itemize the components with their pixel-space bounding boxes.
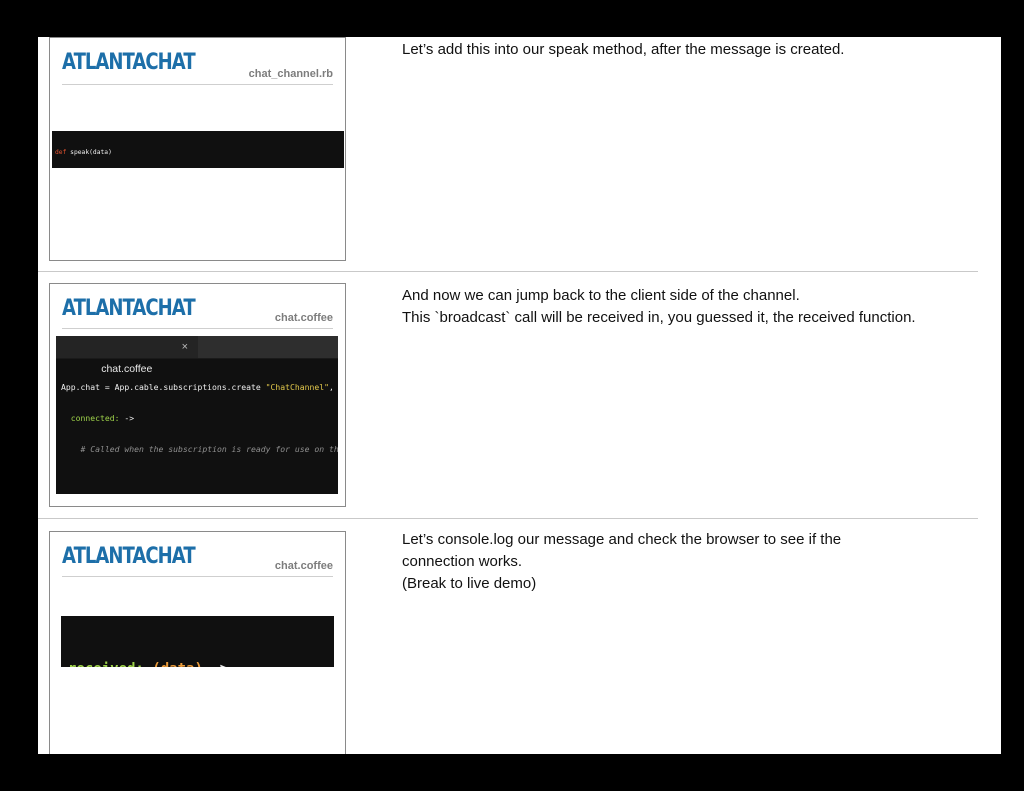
code-token: -> — [203, 661, 228, 667]
note-line: connection works. — [402, 553, 523, 570]
code-token: "ChatChannel" — [265, 381, 330, 392]
brand-logo: ATLANTACHAT — [62, 50, 196, 75]
code-token: , — [329, 381, 334, 392]
note-line: Let’s console.log our message and check … — [402, 531, 842, 548]
speaker-note-1: Let’s add this into our speak method, af… — [402, 39, 982, 61]
divider — [38, 271, 978, 272]
slide-thumbnail-2[interactable]: ATLANTACHAT chat.coffee chat.coffee × Ap… — [49, 283, 346, 507]
code-token: connected: — [70, 413, 120, 424]
divider — [38, 518, 978, 519]
code-line: def speak(data) — [55, 149, 344, 157]
speaker-note-2: And now we can jump back to the client s… — [402, 285, 982, 329]
brand-logo: ATLANTACHAT — [62, 544, 196, 569]
code-line: App.chat = App.cable.subscriptions.creat… — [61, 382, 338, 392]
close-icon[interactable]: × — [182, 336, 188, 358]
slide-thumbnail-3[interactable]: ATLANTACHAT chat.coffee received: (data)… — [49, 531, 346, 754]
slide-rule — [62, 576, 333, 577]
brand-logo: ATLANTACHAT — [62, 296, 196, 321]
slide-rule — [62, 84, 333, 85]
code-token: App.chat = App.cable.subscriptions.creat… — [61, 381, 266, 392]
code-token: speak(data) — [70, 148, 112, 156]
code-token: received: — [68, 661, 144, 667]
speaker-note-3: Let’s console.log our message and check … — [402, 529, 982, 595]
note-line: Let’s add this into our speak method, af… — [402, 41, 845, 58]
code-block: received: (data) -> console.log(data['me… — [61, 616, 334, 667]
code-token: (data) — [152, 661, 203, 667]
code-token: -> — [119, 413, 135, 424]
notes-page: ATLANTACHAT chat_channel.rb def speak(da… — [38, 37, 1001, 754]
editor-tab[interactable]: chat.coffee × — [56, 336, 198, 375]
note-line: And now we can jump back to the client s… — [402, 287, 800, 304]
slide-filename: chat.coffee — [274, 560, 333, 572]
code-line: received: (data) -> — [68, 660, 334, 667]
slide-thumbnail-1[interactable]: ATLANTACHAT chat_channel.rb def speak(da… — [49, 37, 346, 261]
code-block: App.chat = App.cable.subscriptions.creat… — [61, 361, 338, 494]
note-line: This `broadcast` call will be received i… — [402, 309, 916, 326]
note-line: (Break to live demo) — [402, 575, 537, 592]
code-block: def speak(data) Message.create!(content:… — [52, 131, 344, 168]
code-line — [61, 475, 338, 485]
code-token: # Called when the subscription is ready … — [80, 444, 339, 455]
code-editor: chat.coffee × App.chat = App.cable.subsc… — [56, 336, 338, 494]
slide-filename: chat_channel.rb — [248, 68, 333, 80]
code-line: connected: -> — [61, 413, 338, 423]
code-token: def — [55, 148, 71, 156]
code-line: # Called when the subscription is ready … — [61, 444, 339, 455]
editor-tabbar: chat.coffee × — [56, 336, 338, 375]
slide-filename: chat.coffee — [274, 312, 333, 324]
slide-rule — [62, 328, 333, 329]
